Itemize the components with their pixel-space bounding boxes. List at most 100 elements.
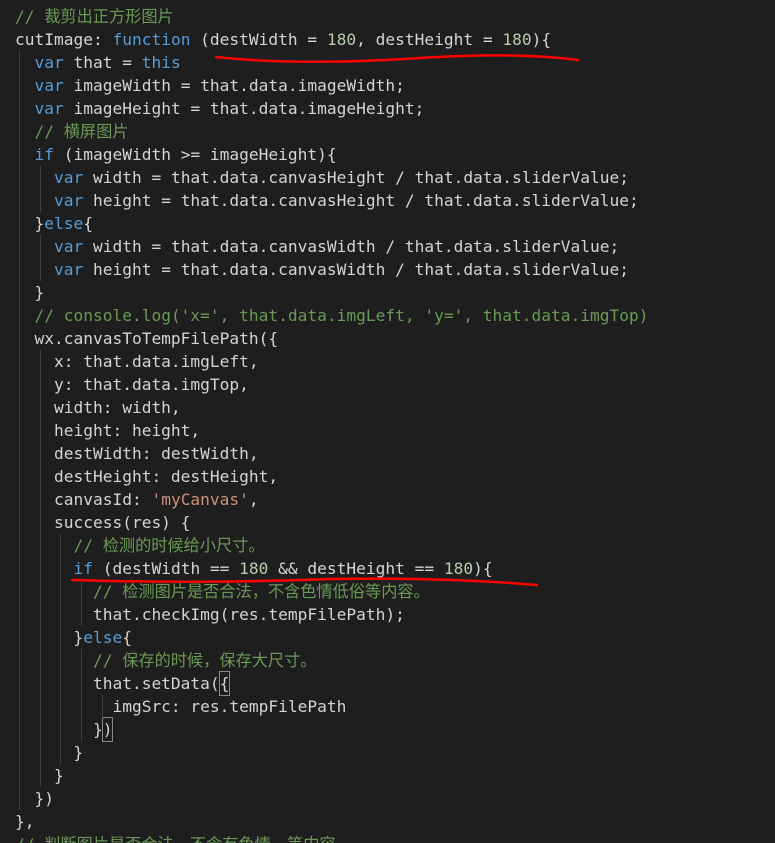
code-line: that.checkImg(res.tempFilePath);	[0, 603, 648, 626]
code-line: var width = that.data.canvasWidth / that…	[0, 235, 648, 258]
code-token: {	[218, 671, 231, 696]
indent-guide	[81, 603, 83, 626]
code-token: function	[112, 30, 191, 49]
code-line: canvasId: 'myCanvas',	[0, 488, 648, 511]
code-token: // console.log('x=', that.data.imgLeft, …	[34, 306, 649, 325]
indent-guide	[39, 258, 41, 281]
code-token: height = that.data.canvasWidth / that.da…	[83, 260, 629, 279]
indent-guide	[60, 672, 62, 695]
indent-guide	[19, 281, 20, 304]
code-line: if (destWidth == 180 && destHeight == 18…	[0, 557, 648, 580]
code-token: success(res) {	[15, 513, 191, 532]
indent-guide	[60, 649, 62, 672]
code-line: imgSrc: res.tempFilePath	[0, 695, 648, 718]
indent-guide	[60, 695, 62, 718]
code-token: imgSrc: res.tempFilePath	[15, 697, 347, 716]
code-token: , destHeight =	[356, 30, 503, 49]
code-token: (imageWidth >= imageHeight){	[54, 145, 337, 164]
code-token: }	[15, 720, 103, 739]
code-token: var	[34, 76, 64, 95]
code-token: // 判断图片是否合法，不含有色情、等内容	[15, 835, 336, 843]
code-token: var	[53, 260, 84, 279]
indent-guide	[81, 580, 83, 603]
indent-guide	[39, 373, 41, 396]
indent-guide	[39, 580, 41, 603]
code-token: imageHeight = that.data.imageHeight;	[63, 99, 425, 118]
code-line: }	[0, 741, 648, 764]
code-token: // 检测图片是否合法，不含色情低俗等内容。	[92, 582, 430, 601]
indent-guide	[19, 189, 20, 212]
code-line: wx.canvasToTempFilePath({	[0, 327, 648, 350]
code-token: if	[73, 559, 93, 578]
code-token: width = that.data.canvasWidth / that.dat…	[83, 237, 620, 256]
indent-guide	[19, 672, 20, 695]
indent-guide	[39, 741, 41, 764]
code-token: else	[83, 628, 123, 647]
code-token: }	[15, 743, 84, 762]
code-token: cutImage:	[15, 30, 113, 49]
code-line: var imageWidth = that.data.imageWidth;	[0, 74, 648, 97]
code-line: }	[0, 281, 648, 304]
code-token: 180	[239, 559, 269, 578]
indent-guide	[81, 649, 83, 672]
indent-guide	[19, 373, 20, 396]
code-line: // 横屏图片	[0, 120, 648, 143]
code-line: // 保存的时候，保存大尺寸。	[0, 649, 648, 672]
indent-guide	[60, 557, 62, 580]
code-line: // 检测的时候给小尺寸。	[0, 534, 648, 557]
indent-guide	[19, 258, 20, 281]
code-line: x: that.data.imgLeft,	[0, 350, 648, 373]
code-token: that.checkImg(res.tempFilePath);	[15, 605, 405, 624]
indent-guide	[39, 488, 41, 511]
indent-guide	[39, 465, 41, 488]
code-token: var	[34, 53, 64, 72]
code-token: height: height,	[15, 421, 201, 440]
code-token: that.setData(	[15, 674, 220, 693]
indent-guide	[19, 97, 20, 120]
code-area[interactable]: // 裁剪出正方形图片 cutImage: function (destWidth…	[0, 5, 648, 843]
code-token: imageWidth = that.data.imageWidth;	[63, 76, 405, 95]
indent-guide	[19, 143, 20, 166]
indent-guide	[19, 787, 20, 810]
code-line: }	[0, 764, 648, 787]
indent-guide	[39, 235, 41, 258]
code-token: destWidth: destWidth,	[15, 444, 259, 463]
code-line: width: width,	[0, 396, 648, 419]
code-line: cutImage: function (destWidth = 180, des…	[0, 28, 648, 51]
code-line: if (imageWidth >= imageHeight){	[0, 143, 648, 166]
indent-guide	[19, 488, 20, 511]
code-line: var height = that.data.canvasHeight / th…	[0, 189, 648, 212]
code-token: ){	[473, 559, 493, 578]
indent-guide	[19, 465, 20, 488]
indent-guide	[19, 327, 20, 350]
code-line: destWidth: destWidth,	[0, 442, 648, 465]
indent-guide	[60, 626, 62, 649]
indent-guide	[19, 442, 20, 465]
code-token: ,	[248, 490, 259, 509]
code-token: 180	[326, 30, 357, 49]
code-line: height: height,	[0, 419, 648, 442]
indent-guide	[60, 741, 62, 764]
code-line: var that = this	[0, 51, 648, 74]
indent-guide	[39, 649, 41, 672]
code-line: }else{	[0, 212, 648, 235]
code-token: canvasId:	[15, 490, 152, 509]
indent-guide	[19, 580, 20, 603]
indent-guide	[81, 695, 83, 718]
code-editor[interactable]: // 裁剪出正方形图片 cutImage: function (destWidth…	[0, 0, 775, 843]
indent-guide	[39, 419, 41, 442]
code-token: ){	[531, 30, 552, 49]
indent-guide	[39, 350, 41, 373]
code-token: destHeight: destHeight,	[15, 467, 279, 486]
code-token: var	[53, 168, 84, 187]
code-line: destHeight: destHeight,	[0, 465, 648, 488]
indent-guide	[60, 718, 62, 741]
indent-guide	[60, 580, 62, 603]
indent-guide	[81, 672, 83, 695]
